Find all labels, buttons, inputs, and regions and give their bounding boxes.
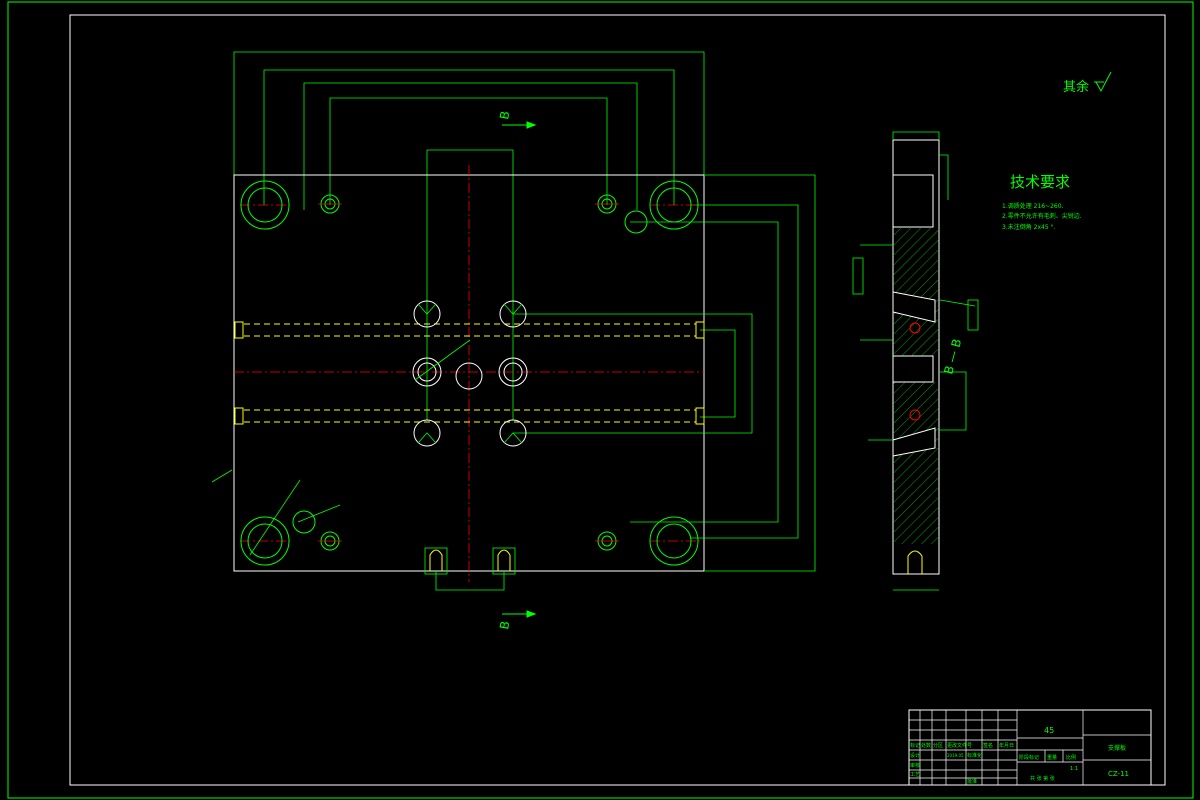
tech-requirement-line: 3.未注倒角 2x45 °. [1002,223,1056,231]
title-block-sheet-text: 共 张 第 张 [1030,775,1055,782]
title-block-row-label: 工艺 [910,772,920,778]
title-block-standard: 标准化 [967,752,982,759]
title-block-date: 2019.05 [947,753,964,758]
title-block-header-label: 更改文件号 [947,742,972,749]
title-block-stage-header: 阶段标记 [1019,754,1039,761]
title-block-part-name: 支撑板 [1108,744,1126,752]
bottom-slots [429,549,511,571]
title-block-weight-header: 重量 [1047,754,1057,761]
screw-holes [292,194,648,551]
tech-requirement-line: 1.调质处理 216~260. [1002,202,1064,210]
title-block-scale-value: 1:1 [1070,766,1078,772]
section-label-top: B [497,110,512,121]
roughness-symbol [1094,71,1112,93]
title-block-row-label: 设计 [910,752,920,759]
cooling-channels [244,323,696,423]
section-hatch-lower [893,382,939,544]
cad-drawing: B B B — B 其余 技术要求 1.调质处理 216~260. 2.零件不允… [7,1,1194,799]
channel-plugs [234,321,705,425]
right-dimensions [513,174,816,572]
title-block-scale-header: 比例 [1066,754,1076,761]
title-block-header-label: 处数 [921,742,931,749]
section-slot [907,550,923,574]
title-block-drawing-number: CZ-11 [1108,770,1129,778]
section-hatch-upper [893,228,939,356]
title-block-header-label: 签名 [983,742,993,749]
title-block-header-label: 分区 [933,742,943,749]
title-block-material: 45 [1044,726,1054,735]
bottom-dimension [424,547,516,591]
roughness-note: 其余 [1063,79,1089,95]
title-block-row-label: 标记 [910,742,920,749]
tech-requirements-title: 技术要求 [1010,173,1070,191]
tech-requirement-line: 2.零件不允许有毛刺、尖锐边. [1002,212,1082,220]
title-block-row-label: 审核 [910,762,920,769]
section-arrow-bottom [502,610,537,618]
title-block-header-label: 年月日 [999,742,1014,749]
title-block: 45 支撑板 CZ-11 阶段标记 重量 比例 1:1 共 张 第 张 标记 设… [908,709,1152,786]
section-view: B — B [852,131,979,591]
section-arrow-top [502,121,537,129]
section-label-bottom: B [497,620,512,631]
section-view-label: B — B [941,337,964,375]
screw-hole-centers [318,203,619,542]
center-holes [412,300,528,447]
title-block-approve: 批准 [967,778,977,785]
guide-pin-holes [240,180,699,566]
outer-frame [7,1,1194,799]
plan-view: B B [211,51,816,631]
